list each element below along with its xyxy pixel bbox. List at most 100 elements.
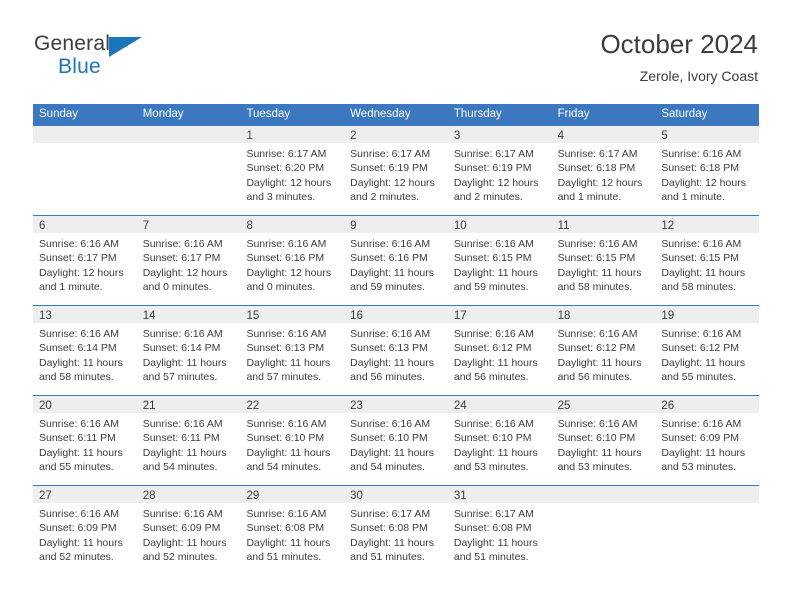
day-number-band: 12 (655, 216, 760, 233)
day-number-band: 10 (447, 216, 552, 233)
calendar-day-cell[interactable]: 6 Sunrise: 6:16 AM Sunset: 6:17 PM Daylight… (33, 216, 137, 305)
calendar-day-cell[interactable]: 26 Sunrise: 6:16 AM Sunset: 6:09 PM Dayligh… (655, 396, 760, 485)
sunrise-text: Sunrise: 6:16 AM (557, 328, 638, 340)
sunrise-text: Sunrise: 6:17 AM (246, 148, 327, 160)
day-number-band: 8 (240, 216, 345, 233)
sunset-text: Sunset: 6:19 PM (453, 162, 532, 175)
day-details: Sunrise: 6:16 AM Sunset: 6:15 PM Daylight:… (552, 233, 656, 295)
day-details: Sunrise: 6:16 AM Sunset: 6:16 PM Daylight:… (344, 233, 448, 295)
day-number: 16 (350, 310, 363, 322)
daylight-text-line2: and 54 minutes. (142, 461, 218, 474)
calendar-day-cell[interactable]: 14 Sunrise: 6:16 AM Sunset: 6:14 PM Dayligh… (136, 306, 241, 395)
calendar-day-cell[interactable]: 9 Sunrise: 6:16 AM Sunset: 6:16 PM Daylight… (344, 216, 448, 305)
calendar-day-cell[interactable]: 20 Sunrise: 6:16 AM Sunset: 6:11 PM Dayligh… (33, 396, 137, 485)
daylight-text-line1: Daylight: 11 hours (142, 446, 227, 459)
daylight-text-line1: Daylight: 11 hours (453, 356, 538, 369)
day-details: Sunrise: 6:16 AM Sunset: 6:09 PM Daylight:… (33, 503, 137, 565)
daylight-text-line1: Daylight: 11 hours (661, 446, 746, 459)
day-details: Sunrise: 6:16 AM Sunset: 6:13 PM Daylight:… (344, 323, 448, 385)
daylight-text-line1: Daylight: 11 hours (453, 536, 538, 549)
daylight-text-line1: Daylight: 12 hours (453, 176, 539, 189)
daylight-text-line2: and 53 minutes. (557, 461, 633, 474)
day-details: Sunrise: 6:16 AM Sunset: 6:12 PM Daylight:… (552, 323, 656, 385)
calendar-day-cell[interactable]: 24 Sunrise: 6:16 AM Sunset: 6:10 PM Dayligh… (447, 396, 552, 485)
day-number-band: 28 (136, 486, 241, 503)
calendar-day-cell[interactable]: 27 Sunrise: 6:16 AM Sunset: 6:09 PM Dayligh… (33, 486, 137, 575)
day-details: Sunrise: 6:16 AM Sunset: 6:14 PM Daylight:… (33, 323, 137, 385)
day-number-band (655, 486, 760, 503)
calendar-day-cell[interactable]: 28 Sunrise: 6:16 AM Sunset: 6:09 PM Dayligh… (136, 486, 241, 575)
daylight-text-line2: and 51 minutes. (453, 551, 529, 564)
day-details: Sunrise: 6:16 AM Sunset: 6:11 PM Daylight:… (137, 413, 241, 475)
sunrise-text: Sunrise: 6:16 AM (350, 328, 431, 340)
day-number: 18 (557, 310, 571, 322)
sunrise-text: Sunrise: 6:16 AM (39, 238, 119, 250)
daylight-text-line2: and 57 minutes. (142, 371, 218, 384)
calendar-day-cell[interactable]: 1 Sunrise: 6:17 AM Sunset: 6:20 PM Daylight… (240, 126, 345, 215)
day-number-band: 16 (344, 306, 448, 323)
calendar-day-cell[interactable]: 17 Sunrise: 6:16 AM Sunset: 6:12 PM Dayligh… (447, 306, 552, 395)
day-number-band: 1 (240, 126, 345, 143)
calendar-day-cell[interactable]: 5 Sunrise: 6:16 AM Sunset: 6:18 PM Daylight… (655, 126, 760, 215)
daylight-text-line1: Daylight: 12 hours (246, 176, 332, 189)
day-number: 24 (453, 400, 467, 412)
calendar-day-cell[interactable]: 30 Sunrise: 6:17 AM Sunset: 6:08 PM Dayligh… (344, 486, 448, 575)
daylight-text-line1: Daylight: 11 hours (350, 266, 435, 279)
calendar-week-row: 1 Sunrise: 6:17 AM Sunset: 6:20 PM Daylight… (33, 126, 760, 215)
calendar-day-cell[interactable]: 22 Sunrise: 6:16 AM Sunset: 6:10 PM Dayligh… (240, 396, 345, 485)
calendar-day-cell[interactable]: 8 Sunrise: 6:16 AM Sunset: 6:16 PM Daylight… (240, 216, 345, 305)
day-number-band: 27 (33, 486, 137, 503)
calendar-day-cell[interactable]: 25 Sunrise: 6:16 AM Sunset: 6:10 PM Dayligh… (551, 396, 656, 485)
sunset-text: Sunset: 6:15 PM (661, 252, 739, 265)
calendar-day-cell[interactable]: 18 Sunrise: 6:16 AM Sunset: 6:12 PM Dayligh… (551, 306, 656, 395)
calendar-day-cell[interactable]: 12 Sunrise: 6:16 AM Sunset: 6:15 PM Dayligh… (655, 216, 760, 305)
day-number: 6 (39, 220, 46, 232)
day-details: Sunrise: 6:16 AM Sunset: 6:10 PM Daylight:… (448, 413, 552, 475)
title-block: October 2024 Zerole, Ivory Coast (600, 28, 758, 86)
day-details: Sunrise: 6:16 AM Sunset: 6:08 PM Daylight:… (240, 503, 344, 565)
calendar-day-cell[interactable]: 3 Sunrise: 6:17 AM Sunset: 6:19 PM Daylight… (447, 126, 552, 215)
daylight-text-line2: and 58 minutes. (39, 371, 114, 384)
calendar-day-cell[interactable]: 10 Sunrise: 6:16 AM Sunset: 6:15 PM Dayligh… (447, 216, 552, 305)
day-number-band: 15 (240, 306, 345, 323)
calendar-day-cell[interactable]: 4 Sunrise: 6:17 AM Sunset: 6:18 PM Daylight… (551, 126, 656, 215)
calendar-day-cell[interactable]: 16 Sunrise: 6:16 AM Sunset: 6:13 PM Dayligh… (344, 306, 448, 395)
sunrise-text: Sunrise: 6:16 AM (350, 238, 431, 250)
day-details: Sunrise: 6:17 AM Sunset: 6:19 PM Daylight:… (448, 143, 552, 205)
calendar-day-cell[interactable]: 2 Sunrise: 6:17 AM Sunset: 6:19 PM Daylight… (344, 126, 448, 215)
calendar-day-cell[interactable]: 29 Sunrise: 6:16 AM Sunset: 6:08 PM Dayligh… (240, 486, 345, 575)
calendar-day-cell[interactable]: 21 Sunrise: 6:16 AM Sunset: 6:11 PM Dayligh… (136, 396, 241, 485)
day-number: 14 (142, 310, 156, 322)
day-number-band: 2 (344, 126, 448, 143)
calendar-weeks: 1 Sunrise: 6:17 AM Sunset: 6:20 PM Daylight… (33, 126, 760, 575)
day-number-band: 7 (136, 216, 241, 233)
calendar-day-cell[interactable]: 31 Sunrise: 6:17 AM Sunset: 6:08 PM Dayligh… (447, 486, 552, 575)
calendar-day-cell[interactable]: 15 Sunrise: 6:16 AM Sunset: 6:13 PM Dayligh… (240, 306, 345, 395)
sunrise-text: Sunrise: 6:17 AM (453, 508, 534, 520)
day-number-band: 17 (447, 306, 552, 323)
calendar-day-cell[interactable]: 23 Sunrise: 6:16 AM Sunset: 6:10 PM Dayligh… (344, 396, 448, 485)
calendar-page: General Blue October 2024 Zerole, Ivory … (0, 0, 792, 612)
logo-text-blue: Blue (58, 55, 101, 78)
day-number-band: 26 (655, 396, 760, 413)
calendar-day-cell[interactable]: 13 Sunrise: 6:16 AM Sunset: 6:14 PM Dayligh… (33, 306, 137, 395)
sunset-text: Sunset: 6:18 PM (661, 162, 739, 175)
calendar-day-cell[interactable]: 19 Sunrise: 6:16 AM Sunset: 6:12 PM Dayligh… (655, 306, 760, 395)
sunrise-text: Sunrise: 6:16 AM (661, 148, 742, 160)
sunrise-text: Sunrise: 6:16 AM (39, 508, 119, 520)
calendar-day-cell[interactable]: 7 Sunrise: 6:16 AM Sunset: 6:17 PM Daylight… (136, 216, 241, 305)
day-number: 10 (453, 220, 467, 232)
triangle-icon (109, 37, 142, 57)
sunrise-text: Sunrise: 6:16 AM (453, 418, 534, 430)
day-number: 11 (557, 220, 570, 232)
daylight-text-line1: Daylight: 11 hours (246, 356, 331, 369)
sunset-text: Sunset: 6:09 PM (39, 522, 117, 535)
sunrise-text: Sunrise: 6:16 AM (661, 328, 742, 340)
day-number-band: 6 (33, 216, 137, 233)
sunset-text: Sunset: 6:14 PM (142, 342, 221, 355)
daylight-text-line1: Daylight: 11 hours (350, 536, 435, 549)
calendar-day-cell[interactable]: 11 Sunrise: 6:16 AM Sunset: 6:15 PM Dayligh… (551, 216, 656, 305)
sunset-text: Sunset: 6:11 PM (142, 432, 220, 445)
general-blue-logo[interactable]: General Blue (34, 32, 154, 88)
daylight-text-line2: and 2 minutes. (453, 191, 523, 204)
